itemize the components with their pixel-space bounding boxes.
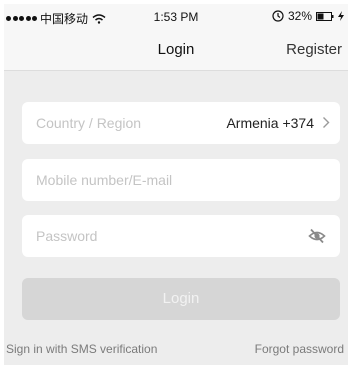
forgot-password-link[interactable]: Forgot password [255, 342, 344, 356]
password-input[interactable]: Password [22, 215, 340, 257]
mobile-email-placeholder: Mobile number/E-mail [36, 172, 173, 188]
sms-login-link[interactable]: Sign in with SMS verification [6, 342, 157, 356]
battery-info: 32% [272, 9, 344, 23]
lock-icon [272, 10, 284, 22]
password-placeholder: Password [36, 228, 98, 244]
register-button[interactable]: Register [286, 41, 342, 58]
country-region-value: Armenia +374 [226, 115, 314, 131]
app-frame: 中国移动 1:53 PM 32% Login Register Country … [4, 4, 348, 365]
login-button[interactable]: Login [22, 278, 340, 320]
mobile-email-input[interactable]: Mobile number/E-mail [22, 159, 340, 201]
chevron-right-icon [323, 117, 330, 128]
charge-icon [338, 11, 344, 21]
status-bar: 中国移动 1:53 PM 32% [4, 4, 348, 30]
battery-percent: 32% [287, 9, 312, 23]
country-region-field[interactable]: Country / Region Armenia +374 [22, 102, 340, 144]
navigation-bar: Login Register [4, 30, 348, 71]
battery-icon [316, 11, 334, 21]
eye-slash-icon[interactable] [308, 228, 326, 244]
country-region-label: Country / Region [36, 115, 142, 131]
